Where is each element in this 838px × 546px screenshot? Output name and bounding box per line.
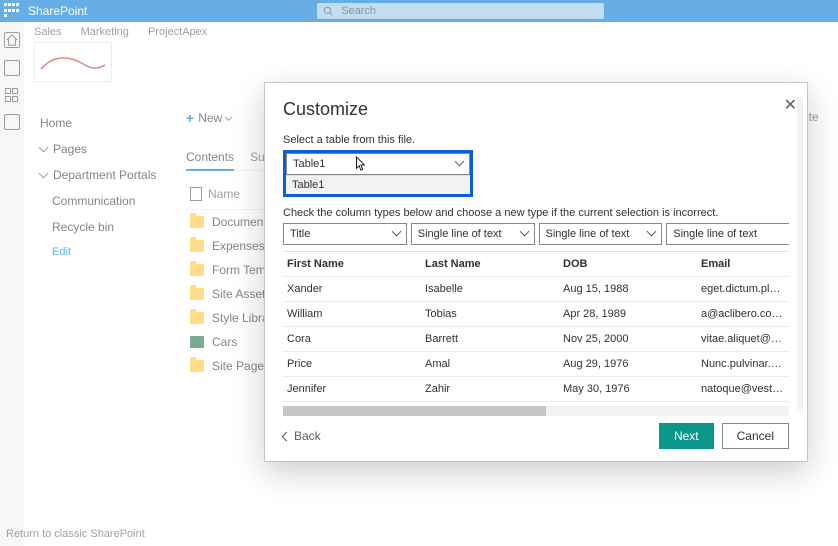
column-type-dropdown[interactable]: Single line of text — [539, 223, 663, 245]
table-row: Xander Isabelle Aug 15, 1988 eget.dictum… — [283, 277, 789, 302]
scrollbar-thumb[interactable] — [283, 406, 546, 416]
column-type-dropdown[interactable]: Title — [283, 223, 407, 245]
close-icon[interactable]: ✕ — [784, 95, 797, 115]
column-type-dropdown[interactable]: Single line of text — [666, 223, 789, 245]
chevron-down-icon — [456, 158, 463, 170]
table-row: Cora Barrett Nov 25, 2000 vitae.aliquet@… — [283, 327, 789, 352]
table-header-row: First Name Last Name DOB Email — [283, 252, 789, 277]
column-type-selectors: Title Single line of text Single line of… — [283, 223, 789, 245]
select-table-label: Select a table from this file. — [283, 134, 789, 146]
back-button[interactable]: Back — [283, 429, 321, 443]
next-button[interactable]: Next — [659, 423, 714, 449]
table-option[interactable]: Table1 — [286, 176, 470, 194]
col-header-dob: DOB — [559, 252, 697, 276]
table-dropdown-value: Table1 — [293, 158, 325, 170]
column-type-dropdown[interactable]: Single line of text — [411, 223, 535, 245]
table-select-highlight: Table1 Table1 — [283, 150, 473, 197]
col-header-email: Email — [697, 252, 789, 276]
col-header-first: First Name — [283, 252, 421, 276]
horizontal-scrollbar[interactable] — [283, 406, 789, 416]
dialog-footer: Back Next Cancel — [283, 423, 789, 449]
cancel-button[interactable]: Cancel — [722, 423, 789, 449]
table-row: Price Amal Aug 29, 1976 Nunc.pulvinar.ar… — [283, 352, 789, 377]
table-dropdown[interactable]: Table1 — [286, 153, 470, 175]
customize-dialog: ✕ Customize Select a table from this fil… — [264, 82, 808, 462]
chevron-down-icon — [521, 228, 528, 240]
col-header-last: Last Name — [421, 252, 559, 276]
modal-scrollbar[interactable] — [797, 97, 803, 411]
table-row: Jennifer Zahir May 30, 1976 natoque@vest… — [283, 377, 789, 402]
table-dropdown-list: Table1 — [286, 175, 470, 194]
column-instruction: Check the column types below and choose … — [283, 207, 789, 219]
preview-table: First Name Last Name DOB Email Xander Is… — [283, 251, 789, 402]
table-row: William Tobias Apr 28, 1989 a@aclibero.c… — [283, 302, 789, 327]
chevron-down-icon — [393, 228, 400, 240]
cursor-icon — [353, 156, 367, 175]
dialog-title: Customize — [283, 99, 789, 120]
chevron-down-icon — [648, 228, 655, 240]
